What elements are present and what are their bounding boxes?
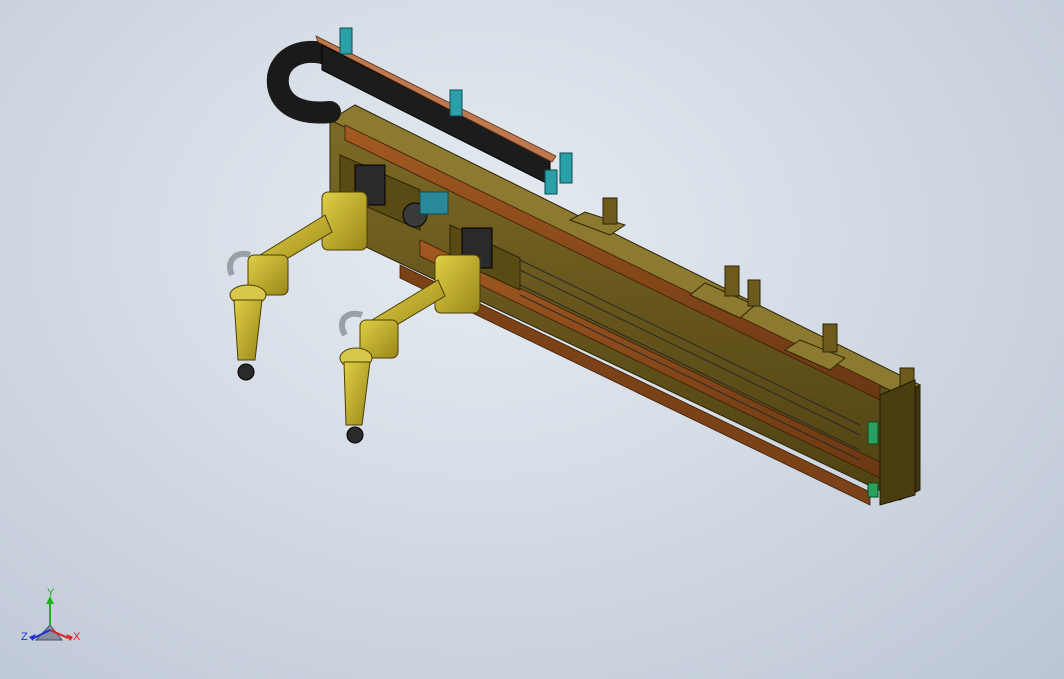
chain-bracket-1 [339,27,353,55]
cad-viewport[interactable]: Y X Z [0,0,1064,679]
view-triad[interactable]: Y X Z [21,587,81,643]
chain-bracket-2 [449,89,463,117]
z-axis-label: Z [21,631,28,643]
model-canvas[interactable]: Y X Z [0,0,1064,679]
x-axis-label: X [73,631,81,643]
y-axis-label: Y [47,587,55,599]
